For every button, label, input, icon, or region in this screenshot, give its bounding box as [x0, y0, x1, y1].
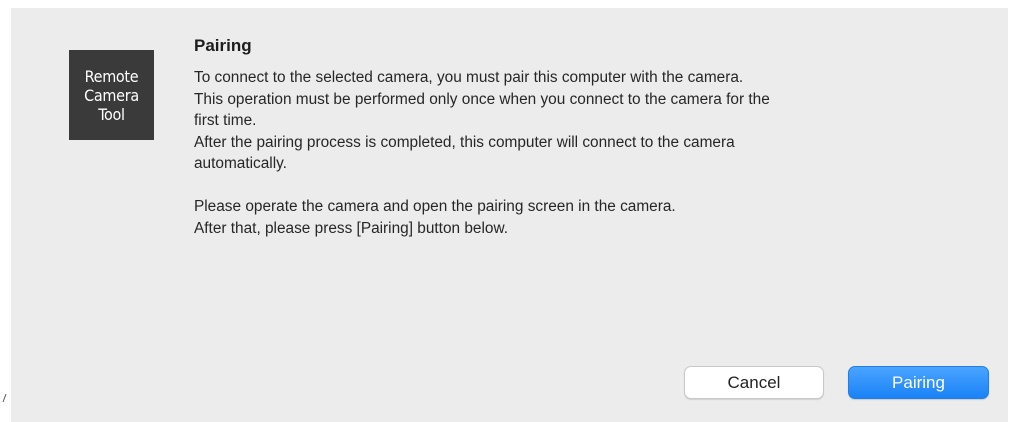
instruction-line: After that, please press [Pairing] butto… [194, 219, 508, 237]
app-icon-line: Camera [84, 85, 139, 105]
message-line: This operation must be performed only on… [194, 90, 770, 108]
message-line: After the pairing process is completed, … [194, 133, 735, 151]
cancel-button[interactable]: Cancel [684, 366, 824, 399]
window-edge-mark [0, 394, 7, 402]
instruction-line: Please operate the camera and open the p… [194, 198, 676, 215]
dialog-message: To connect to the selected camera, you m… [194, 67, 984, 239]
app-icon-line: Tool [98, 104, 125, 124]
remote-camera-tool-app-icon: Remote Camera Tool [69, 50, 154, 140]
pairing-dialog: Remote Camera Tool Pairing To connect to… [11, 8, 1008, 422]
message-line: automatically. [194, 155, 287, 172]
message-line: To connect to the selected camera, you m… [194, 69, 744, 86]
app-icon-line: Remote [84, 66, 139, 86]
dialog-title: Pairing [194, 36, 252, 55]
pairing-button[interactable]: Pairing [848, 366, 989, 399]
message-line: first time. [194, 112, 257, 129]
